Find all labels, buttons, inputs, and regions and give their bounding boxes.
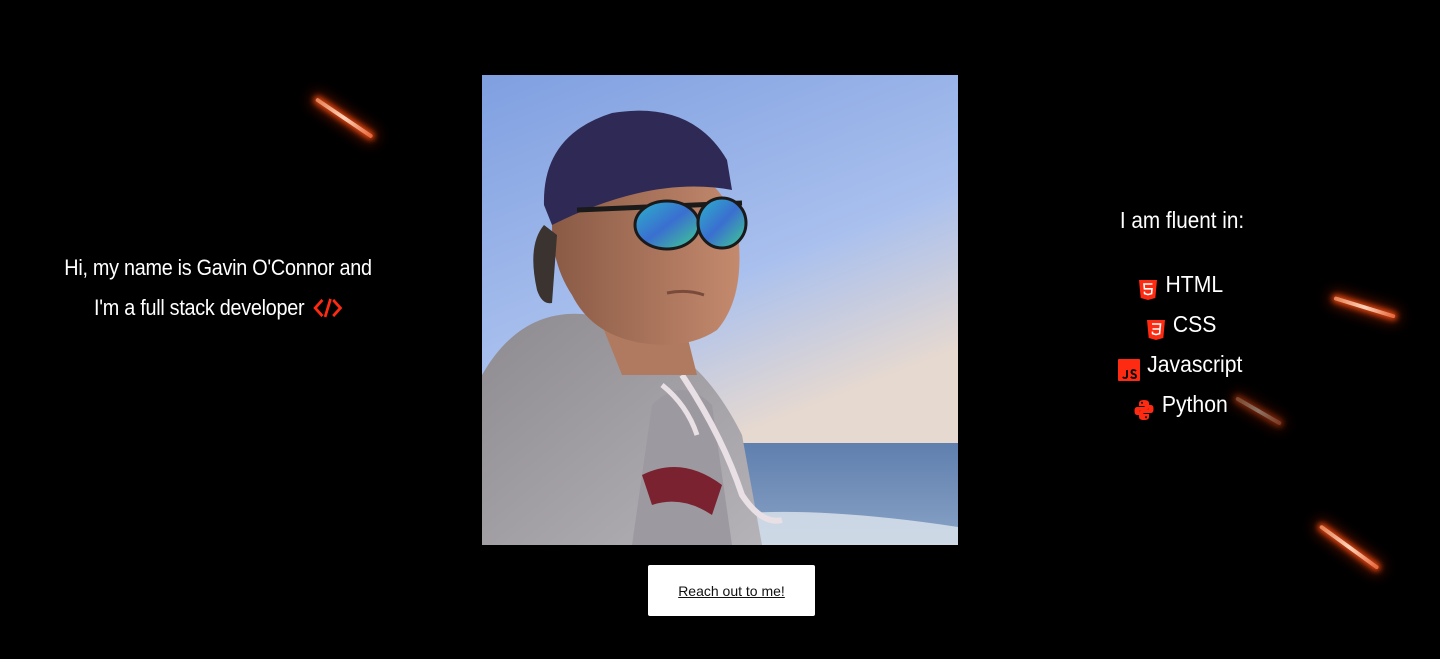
intro-line-2: I'm a full stack developer xyxy=(58,288,378,332)
css3-icon xyxy=(1146,313,1166,340)
skills-list: HTML CSS Javascript Python xyxy=(1080,264,1284,424)
skill-item-javascript: Javascript xyxy=(1080,344,1284,384)
hero-section: Hi, my name is Gavin O'Connor and I'm a … xyxy=(0,0,1440,659)
glow-streak xyxy=(1333,296,1396,319)
skill-label: HTML xyxy=(1165,271,1224,297)
skills-heading: I am fluent in: xyxy=(1119,207,1245,233)
skills-panel: I am fluent in: HTML CSS Javascript Pyth… xyxy=(1080,200,1284,424)
skill-item-css: CSS xyxy=(1080,304,1284,344)
glow-streak xyxy=(1318,524,1380,570)
intro-line-1: Hi, my name is Gavin O'Connor and xyxy=(64,255,372,280)
skill-label: Javascript xyxy=(1146,351,1243,377)
skill-item-html: HTML xyxy=(1080,264,1284,304)
code-icon xyxy=(313,292,343,332)
python-icon xyxy=(1134,393,1154,420)
skill-item-python: Python xyxy=(1080,384,1284,424)
js-icon xyxy=(1117,353,1140,381)
html5-icon xyxy=(1138,273,1158,300)
contact-button[interactable]: Reach out to me! xyxy=(648,565,815,616)
profile-photo xyxy=(482,75,958,545)
glow-streak xyxy=(314,97,374,139)
skill-label: Python xyxy=(1161,391,1228,417)
intro-role: I'm a full stack developer xyxy=(94,295,305,320)
intro-text: Hi, my name is Gavin O'Connor and I'm a … xyxy=(58,248,378,332)
skill-label: CSS xyxy=(1172,311,1217,337)
